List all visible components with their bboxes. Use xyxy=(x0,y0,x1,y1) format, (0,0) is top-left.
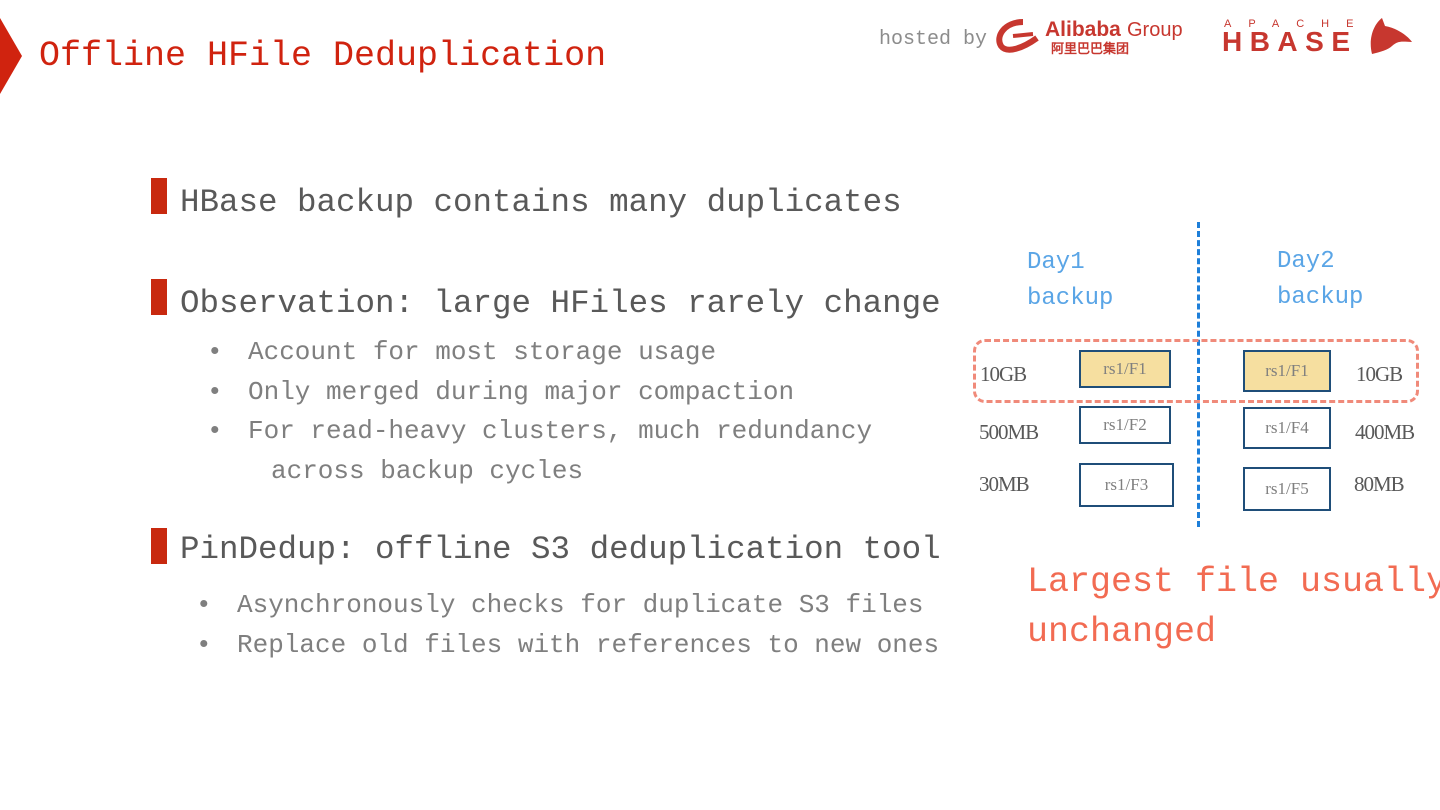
caption-line-1: Largest file usually xyxy=(1027,562,1440,602)
day2-label: Day2 backup xyxy=(1277,244,1363,316)
bullet-marker xyxy=(151,178,167,214)
day1-subtitle: backup xyxy=(1027,285,1114,312)
hfile-box: rs1/F5 xyxy=(1243,467,1331,511)
sub-bullet-dot: • xyxy=(196,590,212,620)
svg-text:Group: Group xyxy=(1127,19,1183,41)
file-size: 30MB xyxy=(979,472,1030,496)
hosted-by-label: hosted by xyxy=(879,28,988,51)
file-size: 500MB xyxy=(979,420,1039,444)
day1-label: Day1 backup xyxy=(1027,245,1113,317)
sub-bullet: Only merged during major compaction xyxy=(248,377,795,407)
sub-bullet-dot: • xyxy=(207,337,223,367)
file-size: 400MB xyxy=(1355,420,1415,444)
alibaba-logo-icon: Alibaba Group 阿里巴巴集团 xyxy=(996,18,1183,56)
page-title: Offline HFile Deduplication xyxy=(39,36,607,76)
hfile-box: rs1/F2 xyxy=(1079,406,1171,444)
sub-bullet: Account for most storage usage xyxy=(248,337,717,367)
day2-subtitle: backup xyxy=(1277,284,1364,311)
apache-hbase-logo-icon: APACHE HBASE xyxy=(1222,18,1412,56)
sub-bullet: Asynchronously checks for duplicate S3 f… xyxy=(237,590,924,620)
bullet-duplicates: HBase backup contains many duplicates xyxy=(180,184,902,221)
unchanged-file-highlight xyxy=(973,339,1419,403)
svg-text:HBASE: HBASE xyxy=(1222,26,1350,56)
sub-bullet: For read-heavy clusters, much redundancy xyxy=(248,416,873,446)
sub-bullet-continuation: across backup cycles xyxy=(271,456,584,486)
bullet-pindedup: PinDedup: offline S3 deduplication tool xyxy=(180,531,941,568)
sub-bullet-dot: • xyxy=(207,416,223,446)
day1-title: Day1 xyxy=(1027,249,1085,276)
svg-text:Alibaba: Alibaba xyxy=(1045,18,1121,41)
file-size: 80MB xyxy=(1354,472,1405,496)
hfile-box: rs1/F3 xyxy=(1079,463,1174,507)
sub-bullet-dot: • xyxy=(207,377,223,407)
day2-title: Day2 xyxy=(1277,248,1335,275)
sub-bullet-dot: • xyxy=(196,630,212,660)
bullet-marker xyxy=(151,528,167,564)
bullet-observation: Observation: large HFiles rarely change xyxy=(180,285,941,322)
title-chevron xyxy=(0,18,22,94)
svg-text:阿里巴巴集团: 阿里巴巴集团 xyxy=(1051,41,1129,56)
caption-line-2: unchanged xyxy=(1027,612,1217,652)
hfile-box: rs1/F4 xyxy=(1243,407,1331,449)
sub-bullet: Replace old files with references to new… xyxy=(237,630,940,660)
bullet-marker xyxy=(151,279,167,315)
